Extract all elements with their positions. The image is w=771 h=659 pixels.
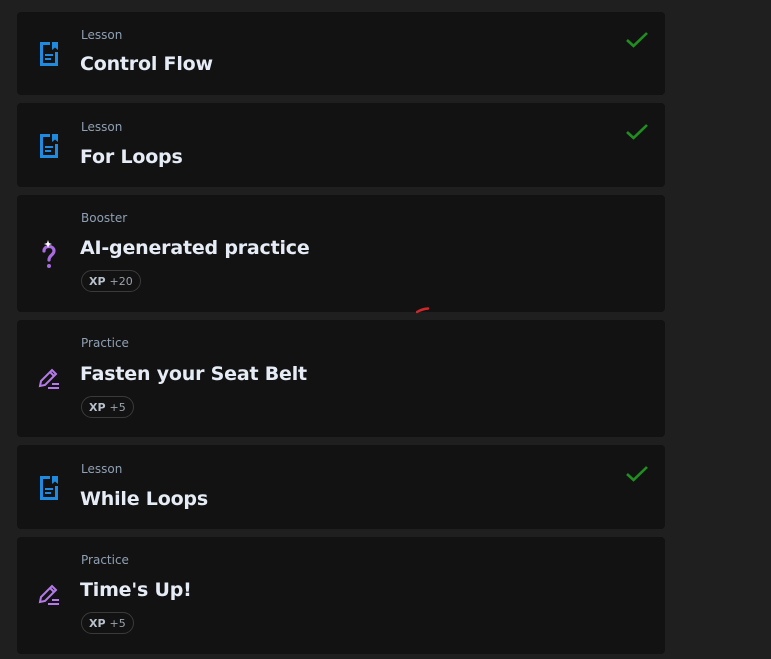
lesson-card-for-loops[interactable]: Lesson For Loops [17,103,665,187]
xp-badge: XP +5 [81,612,134,634]
practice-card-times-up[interactable]: Practice Time's Up! XP +5 [17,537,665,654]
item-kind: Booster [81,211,128,225]
document-icon [37,40,61,66]
pencil-icon [37,582,61,608]
item-title: For Loops [80,146,183,168]
item-title: Time's Up! [80,579,192,601]
item-title: Control Flow [80,53,213,75]
xp-value: +5 [109,616,126,630]
item-kind: Lesson [81,28,123,42]
question-sparkle-icon [37,237,61,268]
red-annotation-stroke [416,307,430,314]
xp-value: +20 [109,274,133,288]
lesson-card-while-loops[interactable]: Lesson While Loops [17,445,665,529]
document-icon [37,132,61,158]
item-kind: Practice [81,336,129,350]
practice-card-fasten-seat-belt[interactable]: Practice Fasten your Seat Belt XP +5 [17,320,665,437]
item-title: Fasten your Seat Belt [80,363,307,385]
xp-label: XP [89,274,106,288]
checkmark-icon [625,30,649,50]
checkmark-icon [625,464,649,484]
item-kind: Lesson [81,120,123,134]
item-kind: Practice [81,553,129,567]
item-title: While Loops [80,488,208,510]
xp-value: +5 [109,400,126,414]
checkmark-icon [625,122,649,142]
item-kind: Lesson [81,462,123,476]
document-icon [37,474,61,500]
item-title: AI-generated practice [80,237,310,259]
pencil-icon [37,366,61,392]
booster-card-ai-practice[interactable]: Booster AI-generated practice XP +20 [17,195,665,312]
xp-label: XP [89,400,106,414]
xp-label: XP [89,616,106,630]
xp-badge: XP +5 [81,396,134,418]
xp-badge: XP +20 [81,270,141,292]
lesson-card-control-flow[interactable]: Lesson Control Flow [17,12,665,95]
